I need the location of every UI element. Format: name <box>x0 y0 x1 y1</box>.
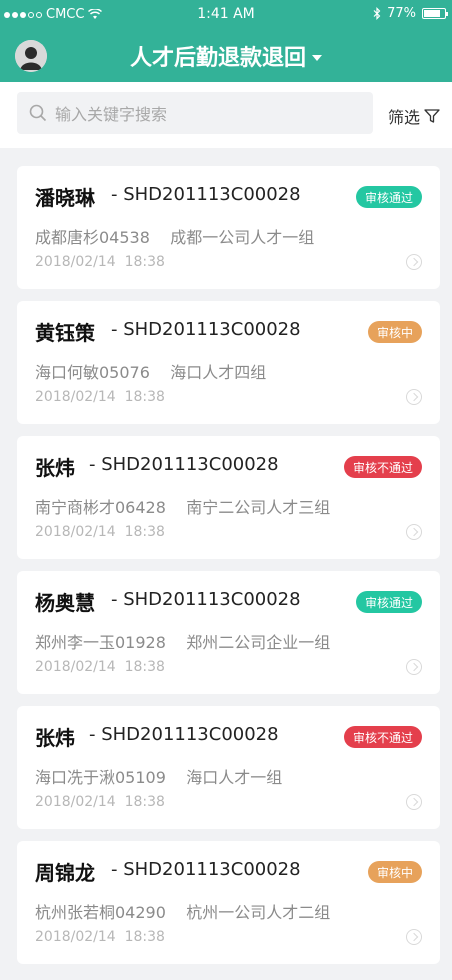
search-bar: 输入关键字搜索 筛选 <box>0 82 452 148</box>
applicant-meta: 成都唐杉04538 成都一公司人才一组 <box>35 228 315 247</box>
search-icon <box>29 104 47 122</box>
chevron-right-icon <box>406 389 422 405</box>
list-item[interactable]: 黄钰策 - SHD201113C00028 审核中海口何敏05076 海口人才四组 2… <box>17 301 440 424</box>
timestamp: 2018/02/14 18:38 <box>35 524 165 540</box>
applicant-meta: 南宁商彬才06428 南宁二公司人才三组 <box>35 498 331 517</box>
timestamp: 2018/02/14 18:38 <box>35 929 165 945</box>
applicant-meta: 海口冼于湫05109 海口人才一组 <box>35 768 283 787</box>
chevron-right-icon <box>406 524 422 540</box>
applicant-name: 黄钰策 <box>35 321 95 345</box>
applicant-name: 潘晓琳 <box>35 186 95 210</box>
bluetooth-icon <box>373 7 381 20</box>
list-item[interactable]: 周锦龙 - SHD201113C00028 审核中杭州张若桐04290 杭州一公司人… <box>17 841 440 964</box>
timestamp: 2018/02/14 18:38 <box>35 389 165 405</box>
chevron-down-icon <box>312 55 322 61</box>
list-item[interactable]: 张炜 - SHD201113C00028 审核不通过海口冼于湫05109 海口人才一… <box>17 706 440 829</box>
page-title-dropdown[interactable]: 人才后勤退款退回 <box>0 40 452 72</box>
battery-area: 77% <box>373 6 448 21</box>
list-item[interactable]: 杨奥慧 - SHD201113C00028 审核通过郑州李一玉01928 郑州二公司… <box>17 571 440 694</box>
status-badge: 审核不通过 <box>343 726 422 748</box>
refund-code: - SHD201113C00028 <box>111 184 301 205</box>
status-badge: 审核通过 <box>355 186 422 208</box>
applicant-meta: 海口何敏05076 海口人才四组 <box>35 363 267 382</box>
refund-code: - SHD201113C00028 <box>89 454 279 475</box>
chevron-right-icon <box>406 254 422 270</box>
list-item[interactable]: 张炜 - SHD201113C00028 审核不通过南宁商彬才06428 南宁二公司… <box>17 436 440 559</box>
applicant-name: 杨奥慧 <box>35 591 95 615</box>
status-badge: 审核中 <box>367 321 422 343</box>
chevron-right-icon <box>406 659 422 675</box>
battery-icon <box>422 8 448 19</box>
refund-code: - SHD201113C00028 <box>89 724 279 745</box>
app-header: CMCC 1:41 AM 77% 人才后勤退款退回 <box>0 0 452 82</box>
chevron-right-icon <box>406 929 422 945</box>
applicant-name: 张炜 <box>35 456 75 480</box>
status-bar: CMCC 1:41 AM 77% <box>0 0 452 30</box>
chevron-right-icon <box>406 794 422 810</box>
battery-percent: 77% <box>387 6 416 21</box>
applicant-name: 周锦龙 <box>35 861 95 885</box>
filter-button[interactable]: 筛选 <box>388 104 440 128</box>
page-title: 人才后勤退款退回 <box>129 46 306 71</box>
applicant-meta: 郑州李一玉01928 郑州二公司企业一组 <box>35 633 331 652</box>
timestamp: 2018/02/14 18:38 <box>35 254 165 270</box>
timestamp: 2018/02/14 18:38 <box>35 659 165 675</box>
status-badge: 审核通过 <box>355 591 422 613</box>
status-badge: 审核不通过 <box>343 456 422 478</box>
applicant-meta: 杭州张若桐04290 杭州一公司人才二组 <box>35 903 331 922</box>
refund-code: - SHD201113C00028 <box>111 859 301 880</box>
refund-code: - SHD201113C00028 <box>111 319 301 340</box>
applicant-name: 张炜 <box>35 726 75 750</box>
refund-code: - SHD201113C00028 <box>111 589 301 610</box>
list-item[interactable]: 潘晓琳 - SHD201113C00028 审核通过成都唐杉04538 成都一公司人… <box>17 166 440 289</box>
search-placeholder: 输入关键字搜索 <box>55 105 168 124</box>
filter-label: 筛选 <box>387 108 420 127</box>
search-input[interactable]: 输入关键字搜索 <box>17 92 373 134</box>
filter-icon <box>424 109 440 123</box>
status-badge: 审核中 <box>367 861 422 883</box>
timestamp: 2018/02/14 18:38 <box>35 794 165 810</box>
